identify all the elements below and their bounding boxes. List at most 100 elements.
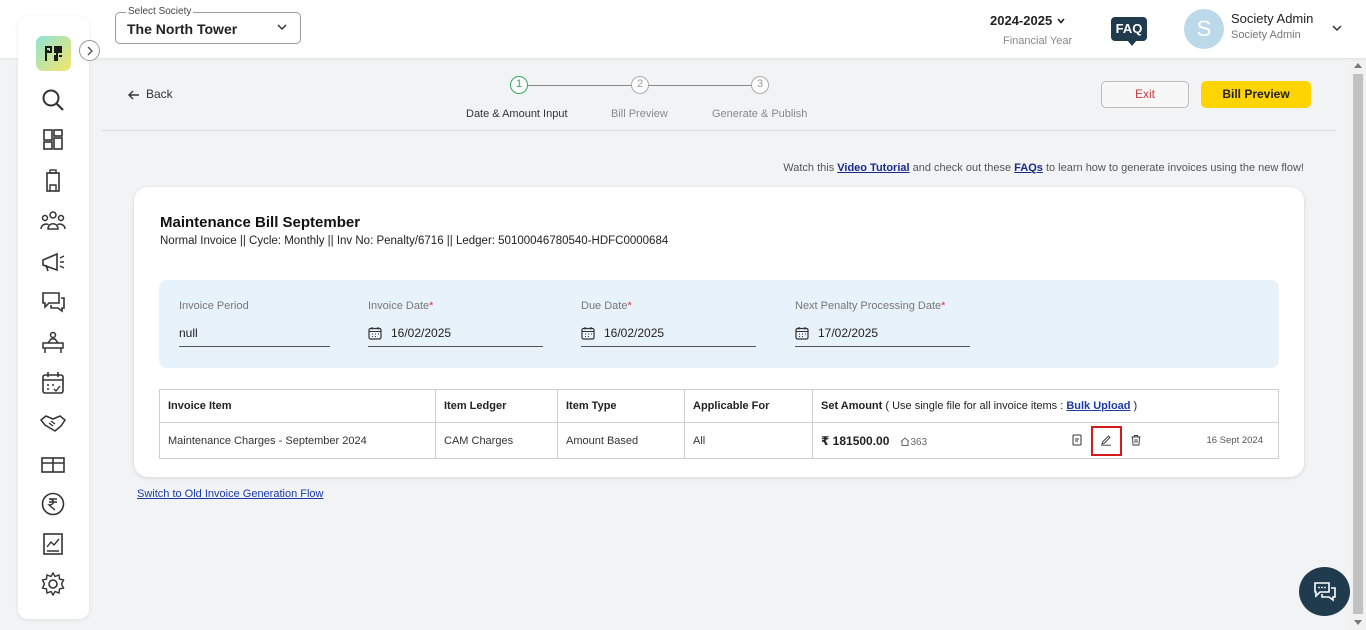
dates-panel: Invoice Period null Invoice Date* 16/02/… <box>159 280 1279 368</box>
top-header: Select Society The North Tower 2024-2025… <box>0 0 1366 58</box>
bulk-upload-link[interactable]: Bulk Upload <box>1066 400 1130 412</box>
amount-value: ₹ 181500.00 <box>821 434 889 448</box>
table-row: Maintenance Charges - September 2024 CAM… <box>160 423 1279 459</box>
delete-icon[interactable] <box>1130 434 1142 446</box>
scrollbar-thumb[interactable] <box>1353 74 1363 614</box>
invoice-date-input[interactable]: 16/02/2025 <box>368 326 543 347</box>
exit-button[interactable]: Exit <box>1101 81 1189 108</box>
building-icon[interactable] <box>39 167 67 195</box>
edit-icon[interactable] <box>1100 434 1112 446</box>
step-1-label: Date & Amount Input <box>466 108 568 120</box>
step-connector <box>649 85 752 86</box>
app-logo[interactable] <box>36 36 71 71</box>
invoice-date-label: Invoice Date* <box>368 300 433 312</box>
settings-icon[interactable] <box>39 570 67 598</box>
search-icon[interactable] <box>39 86 67 114</box>
invoice-date-field[interactable]: Invoice Date* 16/02/2025 <box>368 300 433 312</box>
set-amount-note: ( Use single file for all invoice items … <box>882 400 1066 412</box>
society-select[interactable]: Select Society The North Tower <box>115 12 301 44</box>
invoice-period-value: null <box>179 326 198 340</box>
invoice-item-cell: Maintenance Charges - September 2024 <box>160 423 436 459</box>
invoice-period-label-text: Invoice Period <box>179 300 249 312</box>
bill-subtitle: Normal Invoice || Cycle: Monthly || Inv … <box>160 235 668 247</box>
set-amount-cell: ₹ 181500.00 363 16 Sept 2024 <box>813 423 1279 459</box>
handshake-icon[interactable] <box>39 409 67 437</box>
chevron-right-icon <box>85 45 95 57</box>
chat-icon[interactable] <box>39 288 67 316</box>
step-1-indicator: 1 <box>510 76 528 94</box>
due-date-value: 16/02/2025 <box>604 326 664 340</box>
scroll-up-arrow[interactable] <box>1354 63 1362 68</box>
chat-support-button[interactable] <box>1299 567 1350 616</box>
set-amount-header: Set Amount <box>821 400 882 412</box>
report-icon[interactable] <box>39 530 67 558</box>
column-header: Invoice Item <box>160 390 436 423</box>
stepper-bar: Back 1 2 3 Date & Amount Input Bill Prev… <box>102 58 1336 131</box>
financial-year-select[interactable]: 2024-2025 Financial Year <box>990 12 1088 30</box>
arrow-left-icon <box>128 90 140 100</box>
invoice-period-input[interactable]: null <box>179 326 330 347</box>
financial-year-label: Financial Year <box>1003 35 1072 47</box>
penalty-date-label-text: Next Penalty Processing Date <box>795 300 941 312</box>
back-button[interactable]: Back <box>128 87 173 101</box>
invoice-items-table: Invoice Item Item Ledger Item Type Appli… <box>159 389 1279 459</box>
invoice-period-label: Invoice Period <box>179 300 249 312</box>
step-2-label: Bill Preview <box>611 108 668 120</box>
tutorial-middle: and check out these <box>910 162 1015 174</box>
members-icon[interactable] <box>39 207 67 235</box>
chat-bubble-icon <box>1312 579 1338 605</box>
sidebar <box>18 16 89 619</box>
user-name[interactable]: Society Admin <box>1231 11 1313 26</box>
calendar-icon <box>581 326 595 340</box>
chevron-down-icon[interactable] <box>1331 22 1343 34</box>
faqs-link[interactable]: FAQs <box>1014 162 1043 174</box>
user-role: Society Admin <box>1231 29 1301 41</box>
due-date-label: Due Date* <box>581 300 632 312</box>
video-tutorial-link[interactable]: Video Tutorial <box>837 162 909 174</box>
set-amount-close: ) <box>1131 400 1138 412</box>
column-header: Item Type <box>558 390 685 423</box>
step-3-indicator: 3 <box>751 76 769 94</box>
tutorial-suffix: to learn how to generate invoices using … <box>1043 162 1304 174</box>
document-icon[interactable] <box>1071 434 1083 446</box>
column-header-set-amount: Set Amount ( Use single file for all inv… <box>813 390 1279 423</box>
logo-icon <box>43 43 64 64</box>
dashboard-icon[interactable] <box>39 126 67 154</box>
rupee-icon[interactable] <box>39 490 67 518</box>
step-3-label: Generate & Publish <box>712 108 807 120</box>
calendar-icon <box>795 326 809 340</box>
item-ledger-cell: CAM Charges <box>436 423 558 459</box>
penalty-date-field[interactable]: Next Penalty Processing Date* 17/02/2025 <box>795 300 945 312</box>
invoice-date-label-text: Invoice Date <box>368 300 429 312</box>
announcement-icon[interactable] <box>39 248 67 276</box>
calendar-icon <box>368 326 382 340</box>
scrollbar[interactable] <box>1350 58 1366 630</box>
scroll-down-arrow[interactable] <box>1354 620 1362 625</box>
facility-icon[interactable] <box>39 329 67 357</box>
calendar-icon[interactable] <box>39 369 67 397</box>
chevron-down-icon <box>1056 16 1066 26</box>
item-type-cell: Amount Based <box>558 423 685 459</box>
due-date-field[interactable]: Due Date* 16/02/2025 <box>581 300 632 312</box>
required-marker: * <box>941 300 945 312</box>
invoice-date-value: 16/02/2025 <box>391 326 451 340</box>
column-header: Applicable For <box>685 390 813 423</box>
tutorial-prefix: Watch this <box>783 162 837 174</box>
units-count: 363 <box>900 437 927 448</box>
gate-icon[interactable] <box>39 450 67 478</box>
step-2-indicator: 2 <box>631 76 649 94</box>
bill-card: Maintenance Bill September Normal Invoic… <box>134 187 1304 477</box>
society-select-label: Select Society <box>126 6 193 17</box>
chevron-down-icon <box>276 21 288 33</box>
sidebar-collapse-button[interactable] <box>79 40 100 61</box>
faq-button[interactable]: FAQ <box>1111 17 1147 41</box>
penalty-date-input[interactable]: 17/02/2025 <box>795 326 970 347</box>
due-date-input[interactable]: 16/02/2025 <box>581 326 756 347</box>
units-value: 363 <box>910 437 927 448</box>
bill-preview-button[interactable]: Bill Preview <box>1201 81 1311 108</box>
avatar[interactable]: S <box>1184 9 1224 49</box>
main-content: Back 1 2 3 Date & Amount Input Bill Prev… <box>102 58 1336 630</box>
row-date: 16 Sept 2024 <box>1206 435 1263 446</box>
switch-old-flow-link[interactable]: Switch to Old Invoice Generation Flow <box>137 488 323 500</box>
invoice-period-field[interactable]: Invoice Period null <box>179 300 249 312</box>
